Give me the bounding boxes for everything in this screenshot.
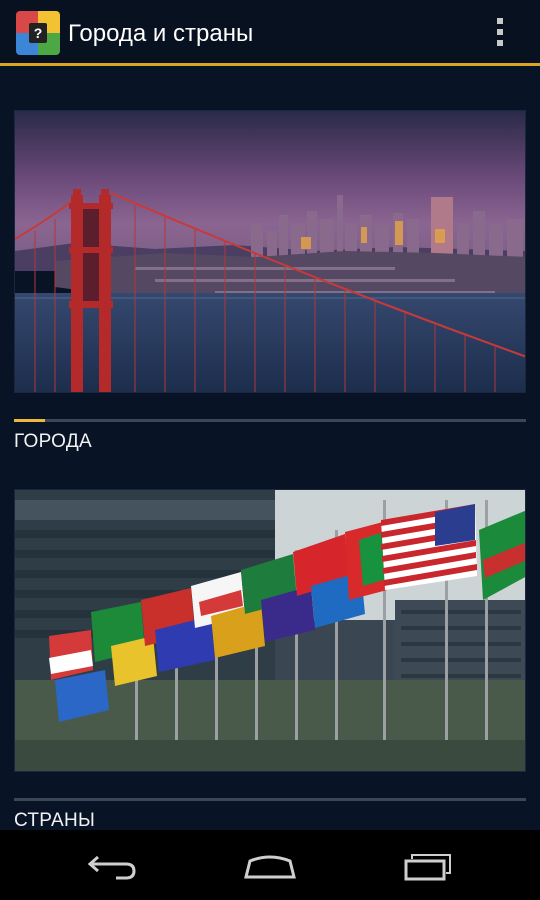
cities-image[interactable] — [14, 110, 526, 393]
cities-progress-bar — [14, 419, 526, 422]
main-screen: ? Города и страны ГОРОДА СТРАНЫ — [0, 0, 540, 830]
back-icon[interactable] — [82, 847, 142, 883]
countries-image[interactable] — [14, 489, 526, 772]
national-flags-picture — [15, 490, 525, 771]
question-mark-glyph: ? — [29, 23, 47, 43]
cities-progress-fill — [14, 419, 45, 422]
recents-icon[interactable] — [398, 847, 458, 883]
overflow-menu-button[interactable] — [488, 14, 512, 54]
action-bar-accent-line — [0, 63, 540, 66]
app-title: Города и страны — [68, 20, 254, 47]
action-bar: ? Города и страны — [0, 0, 540, 66]
home-icon[interactable] — [240, 847, 300, 883]
system-navigation-bar — [0, 830, 540, 900]
quiz-app-icon: ? — [16, 11, 60, 55]
cities-label[interactable]: ГОРОДА — [14, 431, 92, 453]
countries-label[interactable]: СТРАНЫ — [14, 810, 95, 830]
golden-gate-bridge-picture — [15, 111, 525, 392]
countries-progress-bar — [14, 798, 526, 801]
